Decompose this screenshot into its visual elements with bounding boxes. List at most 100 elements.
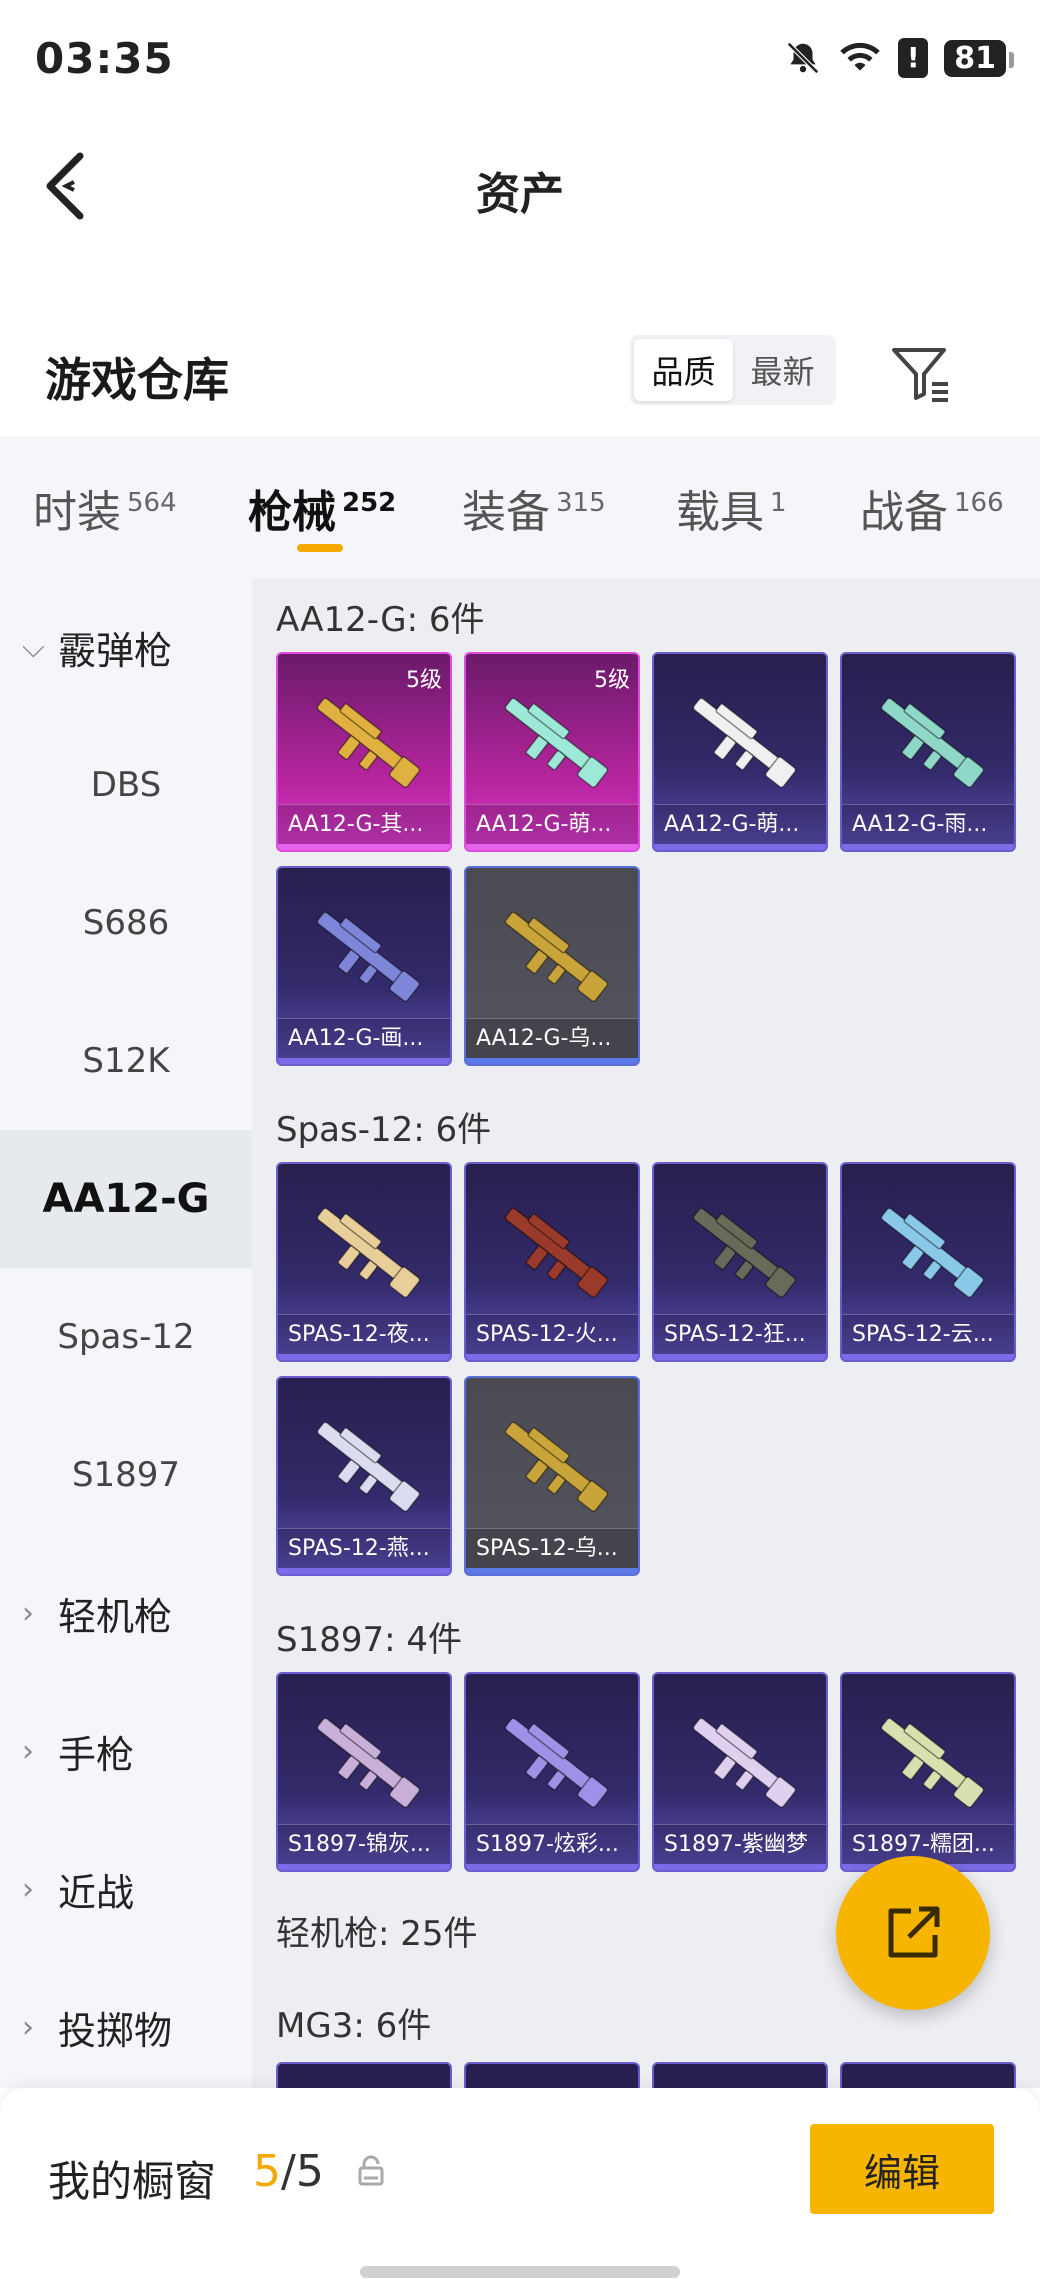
sidebar-item-shotgun[interactable]: ⌵ 霰弹枪 xyxy=(0,578,252,716)
sort-quality-button[interactable]: 品质 xyxy=(634,339,733,401)
weapon-skin-icon xyxy=(692,1717,797,1808)
item-card[interactable]: SPAS-12-火... xyxy=(464,1162,640,1362)
sidebar-item-pistol[interactable]: › 手枪 xyxy=(0,1682,252,1820)
item-card[interactable] xyxy=(652,2062,828,2088)
sidebar-item-lmg[interactable]: › 轻机枪 xyxy=(0,1544,252,1682)
item-card-name: AA12-G-画... xyxy=(278,1018,450,1058)
item-card[interactable] xyxy=(464,2062,640,2088)
item-card[interactable]: AA12-G-雨... xyxy=(840,652,1016,852)
weapon-skin-icon xyxy=(316,911,421,1002)
tab-vehicles[interactable]: 载具 1 xyxy=(676,476,787,540)
item-card[interactable]: AA12-G-萌... xyxy=(652,652,828,852)
item-card[interactable] xyxy=(276,2062,452,2088)
item-card[interactable] xyxy=(840,2062,1016,2088)
tab-label: 时装 xyxy=(33,487,121,538)
weapon-skin-icon xyxy=(880,1207,985,1298)
share-button[interactable] xyxy=(836,1856,990,2010)
item-card[interactable]: SPAS-12-狂... xyxy=(652,1162,828,1362)
sort-toggle: 品质 最新 xyxy=(630,335,836,405)
item-card-name: SPAS-12-夜... xyxy=(278,1314,450,1354)
weapon-skin-icon xyxy=(316,1717,421,1808)
weapon-skin-icon xyxy=(316,697,421,788)
app-header: 资产 xyxy=(0,118,1040,248)
sidebar-item-label: 轻机枪 xyxy=(58,1594,173,1639)
sidebar-item-label: S1897 xyxy=(71,1455,181,1495)
sidebar-item-label: S686 xyxy=(82,903,170,943)
sidebar-item-label: AA12-G xyxy=(42,1176,210,1222)
share-icon xyxy=(888,1906,940,1958)
rarity-bar xyxy=(466,1864,638,1870)
weapon-skin-icon xyxy=(504,1717,609,1808)
rarity-bar xyxy=(654,1864,826,1870)
rarity-bar xyxy=(466,1568,638,1574)
tab-fashion[interactable]: 时装 564 xyxy=(33,476,177,540)
tab-indicator xyxy=(297,544,343,552)
item-card-name: S1897-紫幽梦 xyxy=(654,1824,826,1864)
item-card[interactable]: SPAS-12-乌... xyxy=(464,1376,640,1576)
item-card-name: S1897-锦灰... xyxy=(278,1824,450,1864)
sidebar-item-s12k[interactable]: S12K xyxy=(0,992,252,1130)
item-card[interactable]: S1897-锦灰... xyxy=(276,1672,452,1872)
item-card-name: SPAS-12-云... xyxy=(842,1314,1014,1354)
tab-count: 166 xyxy=(954,488,1004,519)
rarity-bar xyxy=(842,1354,1014,1360)
sidebar-item-s1897[interactable]: S1897 xyxy=(0,1406,252,1544)
item-card[interactable]: AA12-G-画... xyxy=(276,866,452,1066)
showcase-count: 5/5 xyxy=(253,2146,324,2197)
sidebar: ⌵ 霰弹枪 DBS S686 S12K AA12-G Spas-12 S1897 … xyxy=(0,578,252,2088)
item-card[interactable]: SPAS-12-燕... xyxy=(276,1376,452,1576)
sidebar-item-aa12g[interactable]: AA12-G xyxy=(0,1130,252,1268)
rarity-bar xyxy=(466,844,638,850)
item-card[interactable]: AA12-G-乌... xyxy=(464,866,640,1066)
item-card[interactable]: 5级 AA12-G-萌... xyxy=(464,652,640,852)
wifi-icon xyxy=(840,42,881,71)
showcase-current: 5 xyxy=(253,2146,281,2197)
item-card-name: AA12-G-萌... xyxy=(466,804,638,844)
rarity-bar xyxy=(654,844,826,850)
rarity-bar xyxy=(278,1864,450,1870)
item-card-name: SPAS-12-乌... xyxy=(466,1528,638,1568)
showcase-max: 5 xyxy=(295,2146,324,2197)
sidebar-item-s686[interactable]: S686 xyxy=(0,854,252,992)
sidebar-item-spas12[interactable]: Spas-12 xyxy=(0,1268,252,1406)
chevron-right-icon: › xyxy=(22,1733,34,1769)
weapon-skin-icon xyxy=(692,697,797,788)
item-card[interactable]: SPAS-12-夜... xyxy=(276,1162,452,1362)
item-card[interactable]: S1897-糯团... xyxy=(840,1672,1016,1872)
item-card[interactable]: SPAS-12-云... xyxy=(840,1162,1016,1362)
category-tabs: 时装 564 枪械 252 装备 315 载具 1 战备 166 xyxy=(0,436,1040,578)
tab-firearms[interactable]: 枪械 252 xyxy=(248,476,396,540)
group-title: Spas-12: 6件 xyxy=(276,1110,492,1150)
tab-equipment[interactable]: 装备 315 xyxy=(462,476,606,540)
sidebar-item-dbs[interactable]: DBS xyxy=(0,716,252,854)
showcase-bar: 我的橱窗 5/5 编辑 xyxy=(0,2088,1040,2295)
sidebar-item-melee[interactable]: › 近战 xyxy=(0,1820,252,1958)
tab-supplies[interactable]: 战备 166 xyxy=(860,476,1004,540)
weapon-skin-icon xyxy=(316,1207,421,1298)
item-card-name: S1897-炫彩... xyxy=(466,1824,638,1864)
group-title: MG3: 6件 xyxy=(276,2006,432,2046)
weapon-skin-icon xyxy=(504,911,609,1002)
weapon-skin-icon xyxy=(880,697,985,788)
tab-count: 1 xyxy=(770,488,787,519)
item-card[interactable]: S1897-炫彩... xyxy=(464,1672,640,1872)
item-card-name: SPAS-12-狂... xyxy=(654,1314,826,1354)
filter-icon[interactable] xyxy=(888,340,954,406)
sidebar-item-throwables[interactable]: › 投掷物 xyxy=(0,1958,252,2096)
edit-button[interactable]: 编辑 xyxy=(810,2124,994,2214)
battery-level: 81 xyxy=(954,40,996,76)
item-card[interactable]: S1897-紫幽梦 xyxy=(652,1672,828,1872)
status-time: 03:35 xyxy=(35,34,174,83)
item-card[interactable]: 5级 AA12-G-其... xyxy=(276,652,452,852)
sidebar-item-label: Spas-12 xyxy=(57,1317,195,1357)
status-bar: 03:35 ! 81 xyxy=(0,0,1040,118)
sort-newest-button[interactable]: 最新 xyxy=(733,339,832,401)
status-icons: ! 81 xyxy=(784,38,1014,78)
bell-off-icon xyxy=(787,42,820,74)
rarity-bar xyxy=(278,1354,450,1360)
weapon-skin-icon xyxy=(504,1207,609,1298)
tab-count: 315 xyxy=(556,488,606,519)
weapon-skin-icon xyxy=(692,1207,797,1298)
sidebar-item-label: S12K xyxy=(82,1041,170,1081)
battery-icon: 81 xyxy=(944,39,1014,77)
